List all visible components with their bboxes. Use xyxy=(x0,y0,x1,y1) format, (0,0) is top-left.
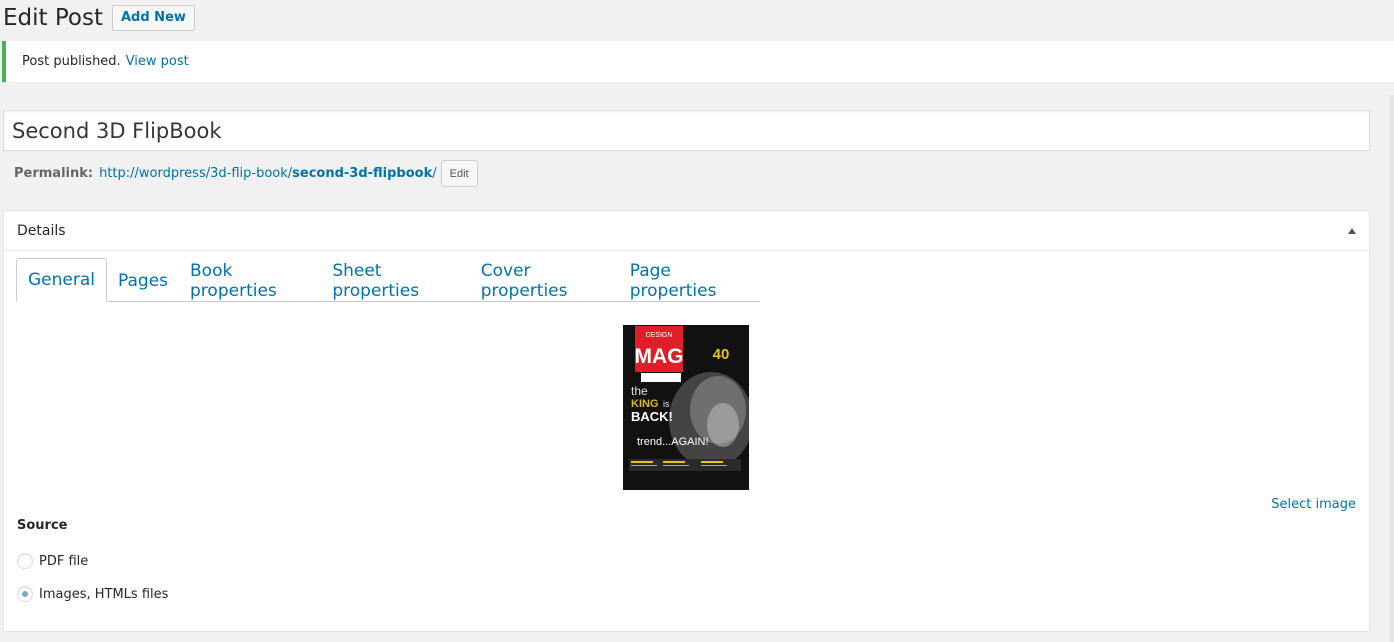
source-label: Source xyxy=(17,518,68,533)
tab-page-properties[interactable]: Page properties xyxy=(619,261,760,301)
pdf-radio[interactable] xyxy=(17,553,33,569)
tab-book-properties[interactable]: Book properties xyxy=(179,261,321,301)
metabox-title: Details xyxy=(17,222,66,239)
page-heading: Edit Post Add New xyxy=(3,0,195,36)
tab-pages[interactable]: Pages xyxy=(107,261,179,301)
cover-headline-3: is xyxy=(663,399,670,409)
success-notice: Post published. View post xyxy=(2,41,1394,82)
select-image-link[interactable]: Select image xyxy=(1271,497,1356,512)
source-option-images[interactable]: Images, HTMLs files xyxy=(17,586,168,602)
cover-masthead-top: DESIGN xyxy=(646,332,673,339)
source-option-pdf[interactable]: PDF file xyxy=(17,553,88,569)
tab-general[interactable]: General xyxy=(16,258,107,302)
details-metabox: Details General Pages Book properties Sh… xyxy=(3,210,1370,632)
view-post-link[interactable]: View post xyxy=(126,54,189,69)
permalink-base: http://wordpress/3d-flip-book/ xyxy=(99,166,293,181)
tab-sheet-properties[interactable]: Sheet properties xyxy=(321,261,469,301)
edit-permalink-button[interactable]: Edit xyxy=(440,160,478,187)
permalink-link[interactable]: http://wordpress/3d-flip-book/second-3d-… xyxy=(99,166,437,181)
cover-corner-number: 40 xyxy=(713,346,730,363)
images-radio[interactable] xyxy=(17,586,33,602)
permalink-label: Permalink: xyxy=(14,166,94,181)
pdf-radio-label: PDF file xyxy=(39,553,89,569)
metabox-header[interactable]: Details xyxy=(4,211,1369,251)
cover-subline: trend...AGAIN! xyxy=(637,436,709,448)
sidebar-edge xyxy=(1390,95,1394,642)
page-title: Edit Post xyxy=(3,5,103,31)
images-radio-label: Images, HTMLs files xyxy=(39,586,169,602)
permalink-row: Permalink: http://wordpress/3d-flip-book… xyxy=(14,160,478,187)
cover-headline-4: BACK! xyxy=(631,409,673,424)
cover-image[interactable]: DESIGN MAG 40 the KING is BACK! trend...… xyxy=(623,325,749,490)
tab-cover-properties[interactable]: Cover properties xyxy=(470,261,619,301)
cover-masthead: MAG xyxy=(635,345,684,368)
add-new-button[interactable]: Add New xyxy=(111,4,195,31)
post-title-input[interactable] xyxy=(3,110,1370,151)
collapse-arrow-icon[interactable] xyxy=(1348,227,1356,234)
cover-headline-1: the xyxy=(631,384,648,398)
notice-text: Post published. xyxy=(22,54,121,69)
tab-bar: General Pages Book properties Sheet prop… xyxy=(16,257,760,302)
permalink-slug: second-3d-flipbook xyxy=(292,166,433,181)
permalink-trail: / xyxy=(432,166,437,181)
